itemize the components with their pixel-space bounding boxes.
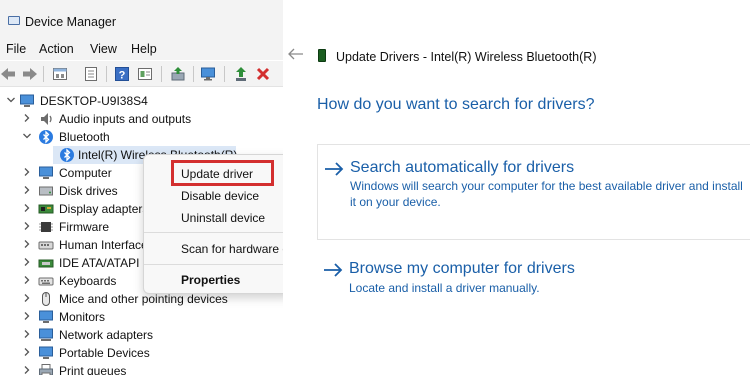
tree-root[interactable]: DESKTOP-U9I38S4 [0,92,283,110]
chevron-right-icon[interactable] [22,221,32,231]
menu-help[interactable]: Help [131,42,157,56]
tree-item[interactable]: Monitors [0,308,283,326]
uninstall-icon[interactable] [255,66,271,82]
enable-icon[interactable] [233,66,249,82]
portable-device-icon [38,345,54,361]
tree-item-label: Firmware [59,220,109,234]
toolbar-separator [43,66,44,82]
tree-item-label: Audio inputs and outputs [59,112,192,126]
tree-item-label: Disk drives [59,184,118,198]
monitor-icon [38,309,54,325]
back-arrow-icon[interactable] [288,48,304,60]
firmware-icon [38,219,54,235]
keyboard-icon [38,273,54,289]
chevron-right-icon[interactable] [22,239,32,249]
option-auto-title: Search automatically for drivers [350,159,575,176]
chevron-down-icon[interactable] [22,131,32,141]
mouse-icon [38,291,54,307]
tree-item[interactable]: Audio inputs and outputs [0,110,283,128]
action-icon[interactable] [137,66,153,82]
menu-separator [144,232,283,233]
arrow-right-icon [324,162,344,176]
menu-properties[interactable]: Properties [181,273,240,287]
tree-item[interactable]: Portable Devices [0,344,283,362]
menu-disable-device[interactable]: Disable device [181,189,259,203]
chevron-right-icon[interactable] [22,185,32,195]
menu-uninstall-device[interactable]: Uninstall device [181,211,265,225]
chevron-right-icon[interactable] [22,167,32,177]
option-browse-computer[interactable]: Browse my computer for drivers Locate an… [317,258,737,302]
toolbar-separator [224,66,225,82]
ide-icon [38,255,54,271]
menu-view[interactable]: View [90,42,117,56]
tree-item-label: Print queues [59,364,127,375]
option-browse-title: Browse my computer for drivers [349,260,575,277]
chevron-right-icon[interactable] [22,347,32,357]
chevron-right-icon[interactable] [22,275,32,285]
toolbar-separator [161,66,162,82]
chevron-right-icon[interactable] [22,257,32,267]
update-driver-icon[interactable] [170,66,186,82]
menu-separator [144,264,283,265]
computer-icon [38,165,54,181]
back-icon[interactable] [0,66,16,82]
chevron-right-icon[interactable] [22,329,32,339]
bluetooth-adapter-icon [318,49,326,62]
option-search-automatically[interactable]: Search automatically for drivers Windows… [317,144,750,240]
menu-action[interactable]: Action [39,42,74,56]
dialog-heading: How do you want to search for drivers? [317,96,595,113]
tree-item[interactable]: Network adapters [0,326,283,344]
hid-icon [38,237,54,253]
tree-item[interactable]: Print queues [0,362,283,375]
menu-scan-hardware[interactable]: Scan for hardware changes [181,242,283,256]
help-icon[interactable]: ? [114,66,130,82]
dialog-title: Update Drivers - Intel(R) Wireless Bluet… [336,50,597,64]
tree-item-label: Computer [59,166,112,180]
option-auto-desc: Windows will search your computer for th… [350,179,743,209]
tree-item-label: Portable Devices [59,346,150,360]
chevron-down-icon[interactable] [6,95,16,105]
display-adapter-icon [38,201,54,217]
audio-icon [38,111,54,127]
tree-item-label: Monitors [59,310,106,324]
tree-item-label: Keyboards [59,274,117,288]
device-manager-app-icon [8,16,20,25]
network-adapter-icon [38,327,54,343]
update-drivers-dialog: Update Drivers - Intel(R) Wireless Bluet… [283,0,750,375]
tree-item-label: Mice and other pointing devices [59,292,228,306]
forward-icon[interactable] [22,66,38,82]
toolbar-separator [106,66,107,82]
computer-icon [19,93,35,109]
chevron-right-icon[interactable] [22,311,32,321]
bluetooth-device-icon [59,147,75,163]
printer-icon [38,363,54,375]
bluetooth-icon [38,129,54,145]
chevron-right-icon[interactable] [22,203,32,213]
toolbar-separator [193,66,194,82]
show-hidden-icon[interactable] [83,66,99,82]
chevron-right-icon[interactable] [22,113,32,123]
svg-text:?: ? [119,70,126,82]
tree-item-label: Display adapters [59,202,149,216]
option-browse-desc: Locate and install a driver manually. [349,281,540,295]
tree-item[interactable]: Bluetooth [0,128,283,146]
tree-item-label: Network adapters [59,328,154,342]
update-driver-highlight-box [171,160,274,186]
tree-root-label: DESKTOP-U9I38S4 [40,94,148,108]
chevron-right-icon[interactable] [22,365,32,375]
context-menu: Update driver Disable device Uninstall d… [143,154,283,294]
arrow-right-icon [323,263,343,277]
menu-file[interactable]: File [6,42,26,56]
device-manager-window: Device Manager File Action View Help ? D… [0,0,283,375]
disk-drive-icon [38,183,54,199]
chevron-right-icon[interactable] [22,293,32,303]
window-title: Device Manager [25,15,117,29]
monitor-icon[interactable] [200,66,216,82]
tree-item-label: Bluetooth [59,130,110,144]
properties-icon[interactable] [52,66,68,82]
